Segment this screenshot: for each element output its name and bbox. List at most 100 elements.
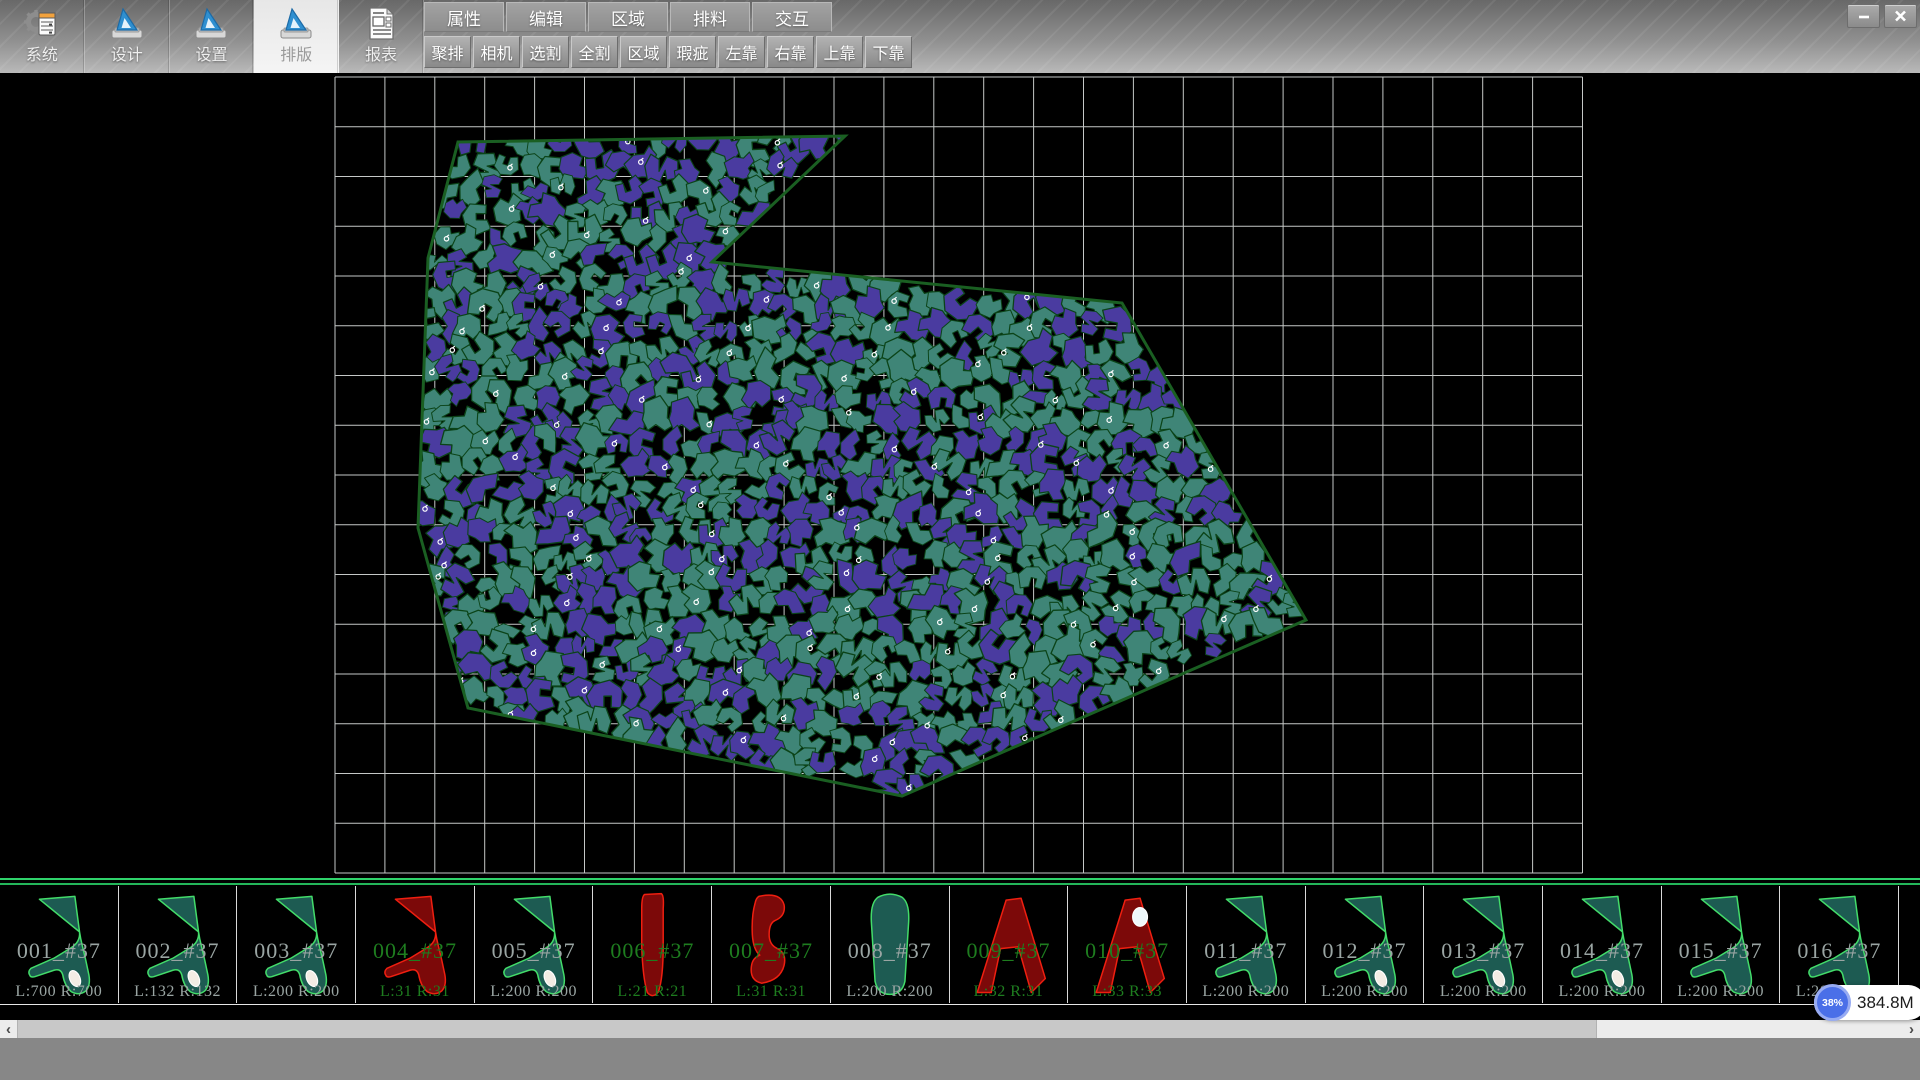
toolbar: 系统 设计 设置 排版 报表 属性编辑区域排料交互 聚排相机选割全割区域瑕疵左靠… [0, 0, 1920, 73]
part-thumbnail-004_#37[interactable]: 004_#37 L:31 R:31 [356, 886, 475, 1003]
part-thumbnail-015_#37[interactable]: 015_#37 L:200 R:200 [1662, 886, 1781, 1003]
part-id-label: 003_#37 [237, 938, 355, 964]
part-id-label: 009_#37 [950, 938, 1068, 964]
part-thumbnail-002_#37[interactable]: 002_#37 L:132 R:132 [119, 886, 238, 1003]
set-square-icon [108, 3, 146, 45]
part-thumbnail-001_#37[interactable]: 001_#37 L:700 R:700 [0, 886, 119, 1003]
toolbar-button-layout[interactable]: 排版 [254, 0, 339, 73]
strip-top-border-2 [0, 883, 1920, 885]
toolbar-button-system[interactable]: 系统 [0, 0, 85, 73]
scroll-left-icon[interactable]: ‹ [0, 1020, 17, 1038]
menu-area: 属性编辑区域排料交互 聚排相机选割全割区域瑕疵左靠右靠上靠下靠 [424, 0, 1836, 70]
part-thumbnail-010_#37[interactable]: 010_#37 L:33 R:33 [1068, 886, 1187, 1003]
part-id-label: 007_#37 [712, 938, 830, 964]
action-button-select-cut[interactable]: 选割 [522, 36, 569, 68]
part-thumbnail-009_#37[interactable]: 009_#37 L:32 R:31 [950, 886, 1069, 1003]
part-size-label: L:200 R:200 [475, 983, 593, 1001]
status-footer [0, 1038, 1920, 1080]
scroll-right-icon[interactable]: › [1903, 1020, 1920, 1038]
part-thumbnail-011_#37[interactable]: 011_#37 L:200 R:200 [1187, 886, 1306, 1003]
progress-circle: 38% [1814, 984, 1851, 1021]
horizontal-scrollbar[interactable]: ‹ › [0, 1020, 1920, 1038]
part-thumbnail-005_#37[interactable]: 005_#37 L:200 R:200 [475, 886, 594, 1003]
menu-tab-interact[interactable]: 交互 [752, 2, 832, 32]
part-id-label: 010_#37 [1068, 938, 1186, 964]
part-thumbnail-007_#37[interactable]: 007_#37 L:31 R:31 [712, 886, 831, 1003]
part-size-label: L:200 R:200 [1424, 983, 1542, 1001]
action-button-bar: 聚排相机选割全割区域瑕疵左靠右靠上靠下靠 [424, 34, 1836, 70]
part-size-label: L:200 R:200 [1187, 983, 1305, 1001]
part-size-label: L:132 R:132 [119, 983, 237, 1001]
part-size-label: L:200 R:200 [1543, 983, 1661, 1001]
gear-document-icon [23, 3, 61, 45]
part-size-label: L:700 R:700 [0, 983, 118, 1001]
part-size-label: L:32 R:31 [950, 983, 1068, 1001]
part-thumbnail-006_#37[interactable]: 006_#37 L:21 R:21 [594, 886, 713, 1003]
minimize-button[interactable] [1847, 4, 1880, 28]
part-id-label: 008_#37 [831, 938, 949, 964]
toolbar-button-label: 设计 [111, 45, 143, 67]
part-thumbnail-003_#37[interactable]: 003_#37 L:200 R:200 [237, 886, 356, 1003]
toolbar-button-label: 报表 [365, 45, 397, 67]
part-id-label: 005_#37 [475, 938, 593, 964]
nested-pieces [403, 117, 1307, 807]
memory-badge: 38% 384.8M [1814, 985, 1920, 1020]
report-icon [362, 3, 400, 45]
action-button-area[interactable]: 区域 [620, 36, 667, 68]
parts-strip: 001_#37L:700 R:700002_#37L:132 R:132003_… [0, 878, 1920, 1005]
set-square-icon [277, 3, 315, 45]
part-thumbnail-013_#37[interactable]: 013_#37 L:200 R:200 [1424, 886, 1543, 1003]
action-button-camera[interactable]: 相机 [473, 36, 520, 68]
part-id-label: 006_#37 [594, 938, 712, 964]
strip-top-border [0, 878, 1920, 880]
part-size-label: L:21 R:21 [594, 983, 712, 1001]
minimize-icon [1857, 10, 1871, 22]
close-icon [1894, 10, 1907, 22]
action-button-defect[interactable]: 瑕疵 [669, 36, 716, 68]
part-size-label: L:200 R:200 [831, 983, 949, 1001]
toolbar-button-settings[interactable]: 设置 [170, 0, 255, 73]
part-shape [1912, 888, 1920, 1000]
menu-tab-edit[interactable]: 编辑 [506, 2, 586, 32]
toolbar-button-label: 排版 [280, 45, 312, 67]
part-size-label: L:31 R:31 [356, 983, 474, 1001]
menu-tab-region[interactable]: 区域 [588, 2, 668, 32]
menu-tab-properties[interactable]: 属性 [424, 2, 504, 32]
part-id-label: 011_#37 [1187, 938, 1305, 964]
set-square-icon [192, 3, 230, 45]
scrollbar-thumb[interactable] [17, 1020, 1597, 1038]
close-button[interactable] [1884, 4, 1917, 28]
nesting-canvas[interactable] [0, 73, 1920, 878]
action-button-snap-right[interactable]: 右靠 [767, 36, 814, 68]
toolbar-button-design[interactable]: 设计 [85, 0, 170, 73]
memory-label: 384.8M [1857, 993, 1914, 1013]
part-id-label: 013_#37 [1424, 938, 1542, 964]
part-thumbnail-014_#37[interactable]: 014_#37 L:200 R:200 [1543, 886, 1662, 1003]
action-button-snap-up[interactable]: 上靠 [816, 36, 863, 68]
part-id-label: 015_#37 [1662, 938, 1780, 964]
window-controls [1843, 4, 1917, 28]
part-size-label: L:31 R:31 [712, 983, 830, 1001]
action-button-snap-down[interactable]: 下靠 [865, 36, 912, 68]
progress-label: 38% [1822, 997, 1843, 1009]
part-size-label: L:200 R:200 [1662, 983, 1780, 1001]
app-window: 系统 设计 设置 排版 报表 属性编辑区域排料交互 聚排相机选割全割区域瑕疵左靠… [0, 0, 1920, 1080]
action-button-cut-all[interactable]: 全割 [571, 36, 618, 68]
toolbar-button-report[interactable]: 报表 [339, 0, 424, 73]
part-id-label: 012_#37 [1306, 938, 1424, 964]
action-button-cluster-nest[interactable]: 聚排 [424, 36, 471, 68]
part-size-label: L:33 R:33 [1068, 983, 1186, 1001]
toolbar-button-label: 系统 [26, 45, 58, 67]
part-id-label: 001_#37 [0, 938, 118, 964]
menu-tab-nesting[interactable]: 排料 [670, 2, 750, 32]
part-size-label: L:200 R:200 [237, 983, 355, 1001]
part-thumbnail-012_#37[interactable]: 012_#37L:200 R:200 [1306, 886, 1425, 1003]
part-id-label: 004_#37 [356, 938, 474, 964]
part-id-label: 014_#37 [1543, 938, 1661, 964]
menu-tab-bar: 属性编辑区域排料交互 [424, 0, 1836, 34]
action-button-snap-left[interactable]: 左靠 [718, 36, 765, 68]
part-thumbnail-008_#37[interactable]: 008_#37 L:200 R:200 [831, 886, 950, 1003]
part-id-label: 002_#37 [119, 938, 237, 964]
nesting-drawing [0, 73, 1920, 878]
part-id-label: 016_#37 [1781, 938, 1899, 964]
